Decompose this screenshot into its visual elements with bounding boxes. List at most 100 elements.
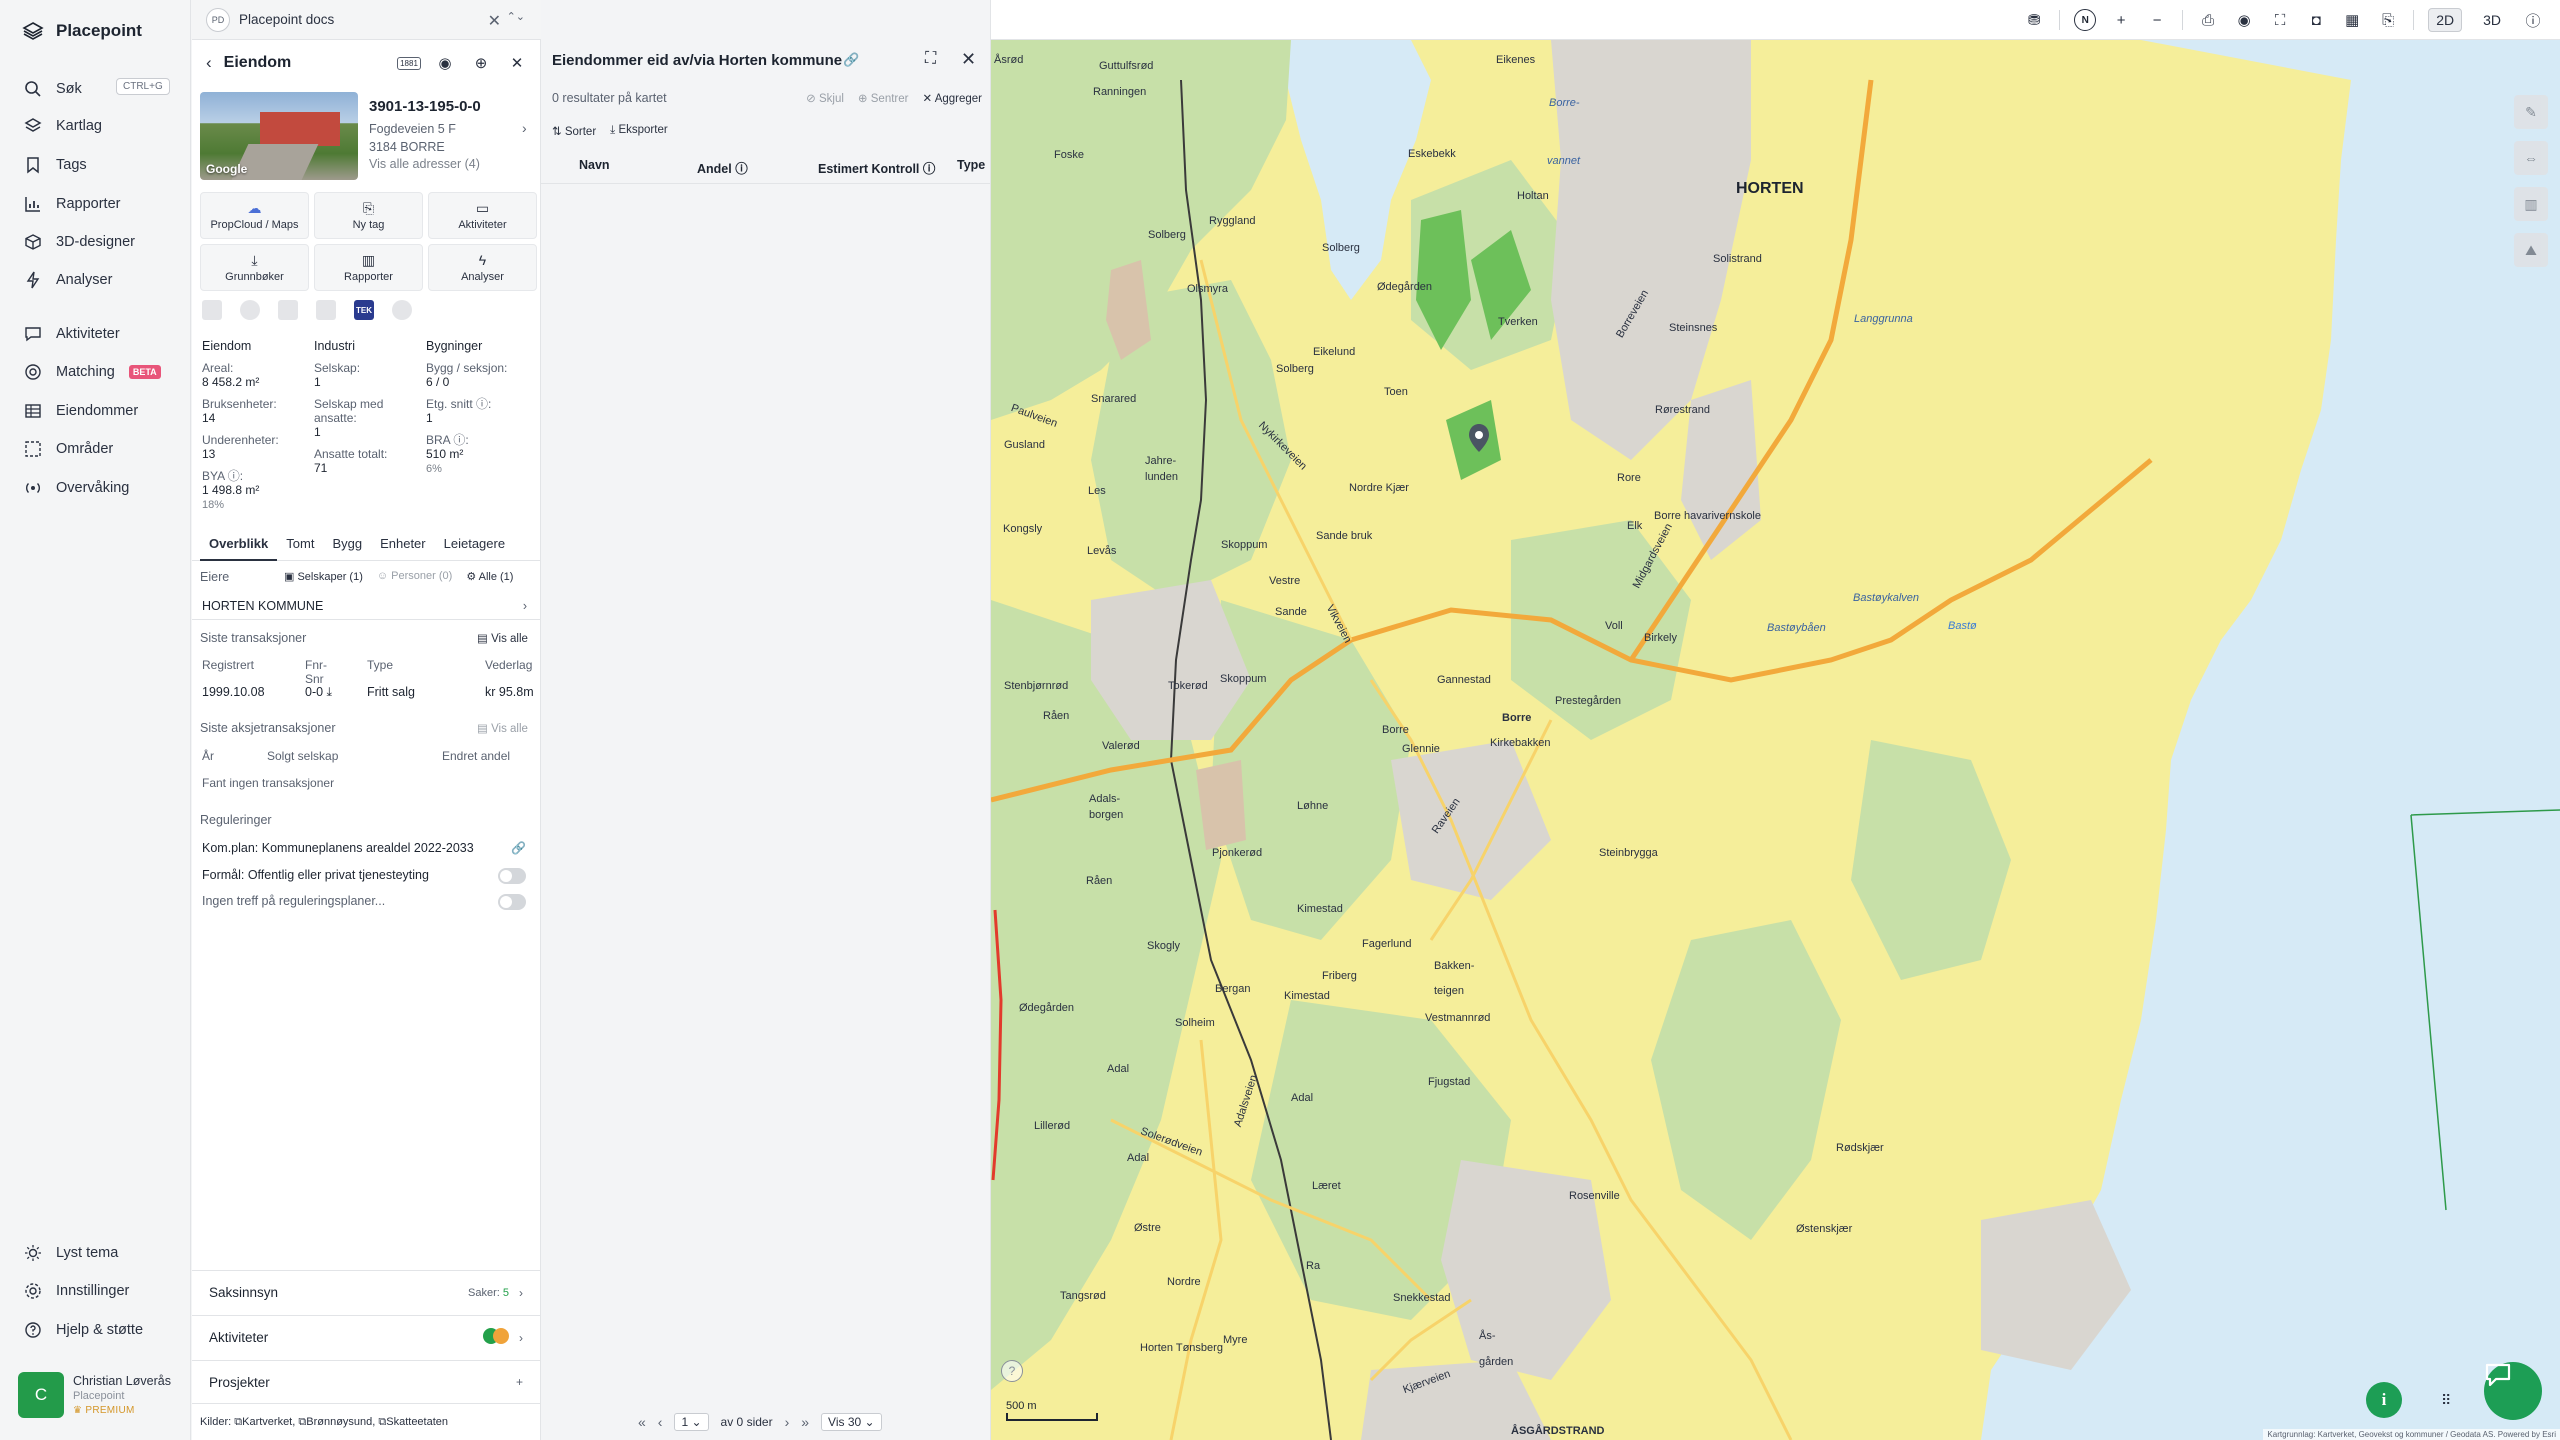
compass-icon[interactable]: N bbox=[2074, 9, 2097, 31]
zoom-in-icon[interactable]: + bbox=[2110, 9, 2132, 31]
hide-button[interactable]: ⊘ Skjul bbox=[806, 91, 844, 105]
expand-icon[interactable]: ⛶ bbox=[925, 50, 936, 68]
activities-accordion[interactable]: Aktiviteter › bbox=[192, 1315, 541, 1359]
user-profile[interactable]: C Christian Løverås Placepoint ♛ PREMIUM bbox=[18, 1372, 171, 1418]
tab-tenants[interactable]: Leietagere bbox=[435, 533, 514, 561]
nav-item-3d-designer[interactable]: 3D-designer bbox=[24, 230, 135, 254]
plus-circle-icon[interactable]: ⊕ bbox=[470, 52, 492, 74]
propcloud-button[interactable]: ☁ PropCloud / Maps bbox=[200, 192, 309, 239]
info-button[interactable]: i bbox=[2366, 1382, 2402, 1418]
nav-item-properties[interactable]: Eiendommer bbox=[24, 399, 138, 423]
next-page-icon[interactable]: › bbox=[785, 1414, 790, 1430]
nav-item-layers[interactable]: Kartlag bbox=[24, 114, 102, 138]
close-icon[interactable]: ✕ bbox=[961, 49, 976, 70]
nav-item-areas[interactable]: Områder bbox=[24, 437, 113, 461]
chevron-right-icon[interactable]: › bbox=[522, 120, 527, 136]
print-icon[interactable]: ⎙ bbox=[2197, 9, 2219, 31]
first-page-icon[interactable]: « bbox=[638, 1414, 646, 1430]
nav-item-reports[interactable]: Rapporter bbox=[24, 192, 120, 216]
nav-item-light-theme[interactable]: Lyst tema bbox=[24, 1241, 118, 1265]
nav-item-settings[interactable]: Innstillinger bbox=[24, 1279, 129, 1303]
close-icon[interactable]: ✕ bbox=[506, 52, 528, 74]
filter-companies[interactable]: ▣ Selskaper (1) bbox=[284, 570, 363, 583]
drag-handle-icon[interactable]: ⠿ bbox=[2441, 1392, 2451, 1409]
activities-button[interactable]: ▭ Aktiviteter bbox=[428, 192, 537, 239]
filter-persons[interactable]: ☺ Personer (0) bbox=[377, 570, 452, 583]
nav-item-analyses[interactable]: Analyser bbox=[24, 268, 112, 292]
back-icon[interactable]: ‹ bbox=[206, 53, 212, 73]
nav-item-search[interactable]: Søk bbox=[24, 77, 82, 101]
measure-tool-icon[interactable]: ⇔ bbox=[2514, 141, 2548, 175]
eye-icon[interactable]: ◉ bbox=[434, 52, 456, 74]
nav-item-tags[interactable]: Tags bbox=[24, 153, 87, 177]
tab-units[interactable]: Enheter bbox=[371, 533, 435, 561]
link-icon[interactable]: 🔗 bbox=[843, 52, 859, 68]
fullscreen-icon[interactable]: ⛶ bbox=[2269, 9, 2291, 31]
show-all-addresses-link[interactable]: Vis alle adresser (4) bbox=[369, 157, 480, 171]
source-home-icon[interactable] bbox=[392, 300, 412, 320]
regulation-toggle[interactable] bbox=[498, 894, 526, 910]
help-icon[interactable]: ? bbox=[1001, 1360, 1023, 1382]
source-stats-icon[interactable] bbox=[316, 300, 336, 320]
analyses-button[interactable]: ϟ Analyser bbox=[428, 244, 537, 291]
last-page-icon[interactable]: » bbox=[801, 1414, 809, 1430]
prev-page-icon[interactable]: ‹ bbox=[658, 1414, 663, 1430]
source-link[interactable]: ⧉Kartverket bbox=[234, 1416, 292, 1428]
page-input[interactable]: 1 ⌄ bbox=[674, 1413, 709, 1431]
case-insight-accordion[interactable]: Saksinnsyn Saker: 5 › bbox=[192, 1270, 541, 1314]
col-control[interactable]: Estimert Kontroll ⓘ bbox=[818, 158, 935, 177]
download-icon[interactable]: ⤓ bbox=[323, 685, 333, 699]
nav-item-activities[interactable]: Aktiviteter bbox=[24, 322, 120, 346]
aggregate-button[interactable]: ✕ Aggreger bbox=[922, 91, 982, 105]
center-button[interactable]: ⊕ Sentrer bbox=[858, 91, 909, 105]
profile-tool-icon[interactable]: ⛰ bbox=[2514, 233, 2548, 267]
brand[interactable]: Placepoint bbox=[22, 20, 142, 42]
source-globe-icon[interactable] bbox=[240, 300, 260, 320]
nav-item-help[interactable]: Hjelp & støtte bbox=[24, 1318, 143, 1342]
nav-item-matching[interactable]: Matching BETA bbox=[24, 360, 161, 384]
col-type[interactable]: Type bbox=[957, 158, 985, 172]
chevron-updown-icon[interactable]: ⌃⌄ bbox=[507, 10, 525, 23]
map-canvas[interactable]: HORTEN Borre- vannet ÅSGÅRDSTRAND Guttul… bbox=[991, 40, 2560, 1440]
close-icon[interactable]: ✕ bbox=[488, 11, 501, 31]
share-tx-show-all[interactable]: ▤ Vis alle bbox=[477, 721, 528, 735]
add-project-icon[interactable]: + bbox=[516, 1375, 523, 1389]
source-link[interactable]: ⧉Skatteetaten bbox=[378, 1416, 448, 1428]
bookmark-icon[interactable]: ⎘ bbox=[2377, 9, 2399, 31]
per-page-select[interactable]: Vis 30 ⌄ bbox=[821, 1413, 882, 1431]
sort-button[interactable]: ⇅ Sorter bbox=[552, 124, 596, 138]
col-share[interactable]: Andel ⓘ bbox=[697, 158, 748, 177]
workspace-tab[interactable]: PD Placepoint docs ✕ ⌃⌄ bbox=[192, 0, 541, 40]
zoom-out-icon[interactable]: − bbox=[2146, 9, 2168, 31]
source-tek-icon[interactable]: TEK bbox=[354, 300, 374, 320]
info-icon[interactable]: ⓘ bbox=[2522, 9, 2544, 31]
purpose-toggle[interactable] bbox=[498, 868, 526, 884]
new-tag-button[interactable]: ⎘ Ny tag bbox=[314, 192, 423, 239]
source-grunnbok-icon[interactable] bbox=[202, 300, 222, 320]
link-icon[interactable]: 🔗 bbox=[511, 841, 526, 855]
eye-icon[interactable]: ◉ bbox=[2233, 9, 2255, 31]
filter-all[interactable]: ⚙ Alle (1) bbox=[466, 570, 513, 583]
col-name[interactable]: Navn bbox=[579, 158, 610, 172]
tab-buildings[interactable]: Bygg bbox=[323, 533, 371, 561]
source-building-icon[interactable] bbox=[278, 300, 298, 320]
transactions-show-all[interactable]: ▤ Vis alle bbox=[477, 631, 528, 645]
layers-toggle-icon[interactable]: ⛃ bbox=[2023, 9, 2045, 31]
regulation-plan[interactable]: Kom.plan: Kommuneplanens arealdel 2022-2… bbox=[202, 841, 474, 855]
source-link[interactable]: ⧉Brønnøysund bbox=[298, 1416, 372, 1428]
draw-tool-icon[interactable]: ✎ bbox=[2514, 95, 2548, 129]
projects-accordion[interactable]: Prosjekter + bbox=[192, 1360, 541, 1404]
nav-item-monitoring[interactable]: Overvåking bbox=[24, 476, 129, 500]
export-button[interactable]: ⤓ Eksporter bbox=[610, 124, 668, 138]
mode-2d-button[interactable]: 2D bbox=[2428, 8, 2463, 32]
tab-overview[interactable]: Overblikk bbox=[200, 533, 278, 561]
grid-icon[interactable]: ▦ bbox=[2341, 9, 2363, 31]
source-1881-icon[interactable]: 1881 bbox=[397, 52, 421, 74]
stats-tool-icon[interactable]: ▥ bbox=[2514, 187, 2548, 221]
chat-button[interactable] bbox=[2484, 1362, 2542, 1420]
owner-row[interactable]: HORTEN KOMMUNE › bbox=[192, 592, 541, 620]
tab-lot[interactable]: Tomt bbox=[277, 533, 323, 561]
street-view-photo[interactable]: Google bbox=[200, 92, 358, 180]
land-registry-button[interactable]: ⤓ Grunnbøker bbox=[200, 244, 309, 291]
camera-icon[interactable]: ◘ bbox=[2305, 9, 2327, 31]
